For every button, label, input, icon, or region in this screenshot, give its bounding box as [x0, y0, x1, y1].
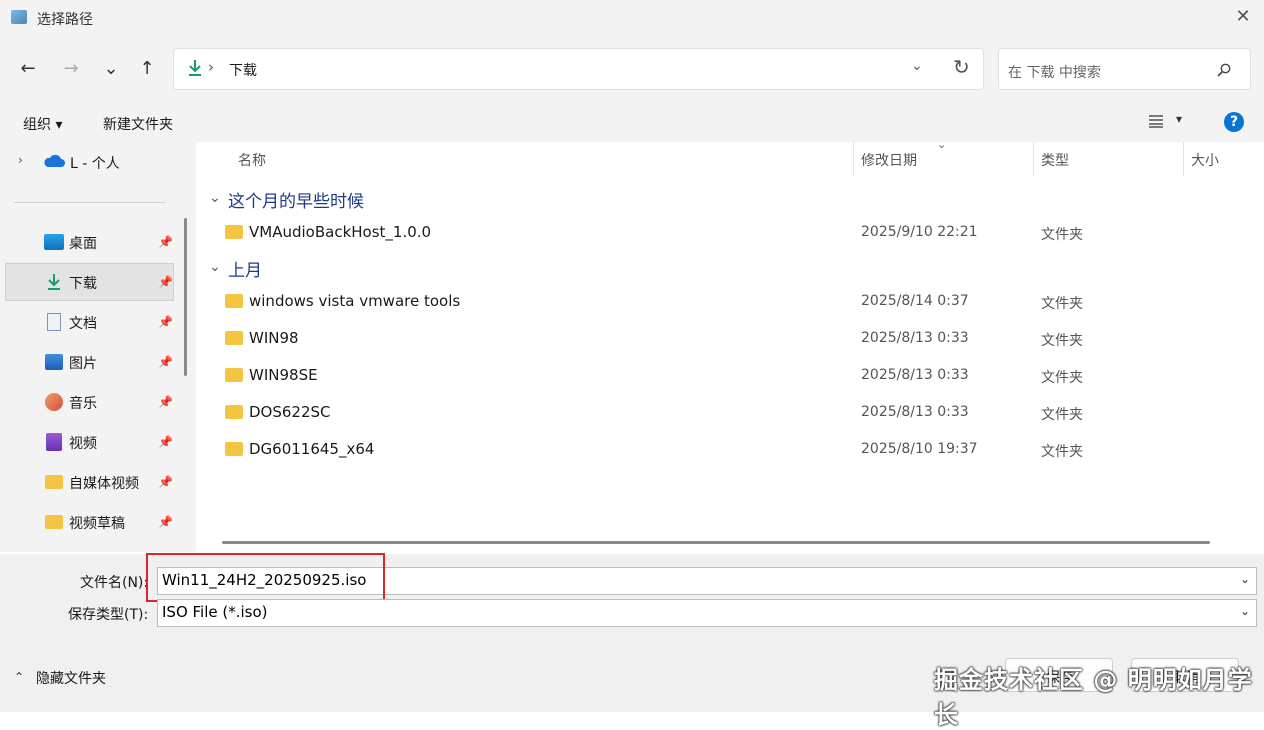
up-button[interactable]: ↑: [133, 55, 161, 83]
file-type: 文件夹: [1041, 333, 1083, 349]
title-bar: [0, 0, 1264, 38]
file-date: 2025/8/13 0:33: [861, 367, 969, 383]
recent-locations-button[interactable]: ⌄: [97, 55, 125, 83]
document-icon: [47, 313, 61, 331]
new-folder-button[interactable]: 新建文件夹: [103, 114, 173, 134]
file-date: 2025/8/13 0:33: [861, 404, 969, 420]
file-type: 文件夹: [1041, 370, 1083, 386]
sidebar-divider: [14, 202, 165, 203]
breadcrumb-current[interactable]: 下载: [229, 60, 257, 80]
file-type: 文件夹: [1041, 227, 1083, 243]
filetype-value[interactable]: ISO File (*.iso): [162, 603, 268, 621]
column-divider[interactable]: [1183, 142, 1184, 176]
hide-folders-toggle[interactable]: 隐藏文件夹: [36, 668, 106, 688]
file-date: 2025/8/10 19:37: [861, 441, 978, 457]
folder-icon: [225, 225, 243, 239]
sidebar-item-documents[interactable]: 文档: [69, 313, 97, 333]
file-type: 文件夹: [1041, 407, 1083, 423]
group-header[interactable]: 上月: [228, 256, 262, 281]
pin-icon[interactable]: 📌: [158, 475, 173, 489]
file-name[interactable]: WIN98: [249, 329, 299, 347]
column-divider[interactable]: [853, 142, 854, 176]
filename-label: 文件名(N):: [80, 575, 149, 591]
sidebar-item-music[interactable]: 音乐: [69, 393, 97, 413]
app-icon: [11, 10, 27, 24]
column-header-size[interactable]: 大小: [1191, 150, 1219, 170]
desktop-icon: [44, 234, 64, 250]
forward-button[interactable]: →: [57, 55, 85, 83]
search-input[interactable]: 在 下载 中搜索: [1008, 62, 1101, 82]
pin-icon[interactable]: 📌: [158, 315, 173, 329]
filename-dropdown-icon[interactable]: ⌄: [1240, 572, 1250, 586]
close-button[interactable]: ✕: [1232, 6, 1254, 28]
download-icon: [189, 60, 201, 76]
sort-chevron-icon: ⌄: [937, 138, 947, 151]
column-header-name[interactable]: 名称: [238, 150, 266, 170]
organize-menu[interactable]: 组织 ▾: [23, 114, 62, 134]
onedrive-icon: [44, 154, 65, 167]
file-name[interactable]: DG6011645_x64: [249, 440, 374, 458]
view-options-icon[interactable]: [1148, 114, 1164, 128]
video-icon: [46, 433, 62, 451]
pin-icon[interactable]: 📌: [158, 395, 173, 409]
back-button[interactable]: ←: [14, 55, 42, 83]
folder-icon: [45, 475, 63, 489]
file-date: 2025/8/14 0:37: [861, 293, 969, 309]
command-bar: [0, 102, 1264, 142]
sidebar-item-downloads[interactable]: 下载: [69, 273, 97, 293]
download-icon: [48, 274, 60, 290]
window-title: 选择路径: [37, 12, 93, 28]
help-icon[interactable]: ?: [1224, 112, 1244, 132]
filetype-label: 保存类型(T):: [68, 607, 149, 623]
breadcrumb-separator: ›: [208, 58, 214, 76]
sidebar-item-video-drafts[interactable]: 视频草稿: [69, 513, 125, 533]
file-type: 文件夹: [1041, 296, 1083, 312]
file-name[interactable]: VMAudioBackHost_1.0.0: [249, 223, 431, 241]
pin-icon[interactable]: 📌: [158, 275, 173, 289]
sidebar-item-media-videos[interactable]: 自媒体视频: [69, 473, 139, 493]
group-header[interactable]: 这个月的早些时候: [228, 187, 364, 212]
folder-icon: [45, 515, 63, 529]
column-divider[interactable]: [1033, 142, 1034, 176]
file-date: 2025/9/10 22:21: [861, 224, 978, 240]
sidebar-scrollbar[interactable]: [184, 218, 187, 376]
pictures-icon: [45, 354, 63, 370]
horizontal-scrollbar[interactable]: [222, 541, 1210, 544]
group-collapse-icon[interactable]: ⌄: [209, 190, 221, 206]
folder-icon: [225, 331, 243, 345]
folder-icon: [225, 294, 243, 308]
expand-chevron-icon[interactable]: ›: [18, 153, 23, 167]
filetype-select[interactable]: [157, 599, 1257, 627]
sidebar-item-pictures[interactable]: 图片: [69, 353, 97, 373]
folder-icon: [225, 442, 243, 456]
folder-icon: [225, 405, 243, 419]
folder-icon: [225, 368, 243, 382]
column-header-date[interactable]: 修改日期: [861, 150, 917, 170]
file-name[interactable]: windows vista vmware tools: [249, 292, 460, 310]
address-bar[interactable]: [173, 48, 984, 90]
view-dropdown-icon[interactable]: ▾: [1176, 112, 1182, 126]
group-collapse-icon[interactable]: ⌄: [209, 259, 221, 275]
filetype-dropdown-icon[interactable]: ⌄: [1240, 604, 1250, 618]
file-name[interactable]: DOS622SC: [249, 403, 331, 421]
refresh-icon[interactable]: ↻: [953, 55, 970, 79]
search-icon[interactable]: [1216, 62, 1232, 78]
pin-icon[interactable]: 📌: [158, 435, 173, 449]
file-date: 2025/8/13 0:33: [861, 330, 969, 346]
pin-icon[interactable]: 📌: [158, 515, 173, 529]
sidebar-item-desktop[interactable]: 桌面: [69, 233, 97, 253]
address-dropdown-icon[interactable]: ⌄: [911, 58, 923, 74]
music-icon: [45, 393, 63, 411]
file-type: 文件夹: [1041, 444, 1083, 460]
highlight-box: [146, 553, 385, 602]
pin-icon[interactable]: 📌: [158, 235, 173, 249]
pin-icon[interactable]: 📌: [158, 355, 173, 369]
column-header-type[interactable]: 类型: [1041, 150, 1069, 170]
sidebar-item-onedrive[interactable]: L - 个人: [70, 153, 120, 173]
collapse-chevron-icon[interactable]: ⌃: [14, 670, 24, 684]
sidebar-item-videos[interactable]: 视频: [69, 433, 97, 453]
file-name[interactable]: WIN98SE: [249, 366, 318, 384]
watermark: 掘金技术社区 @ 明明如月学长: [934, 666, 1253, 729]
